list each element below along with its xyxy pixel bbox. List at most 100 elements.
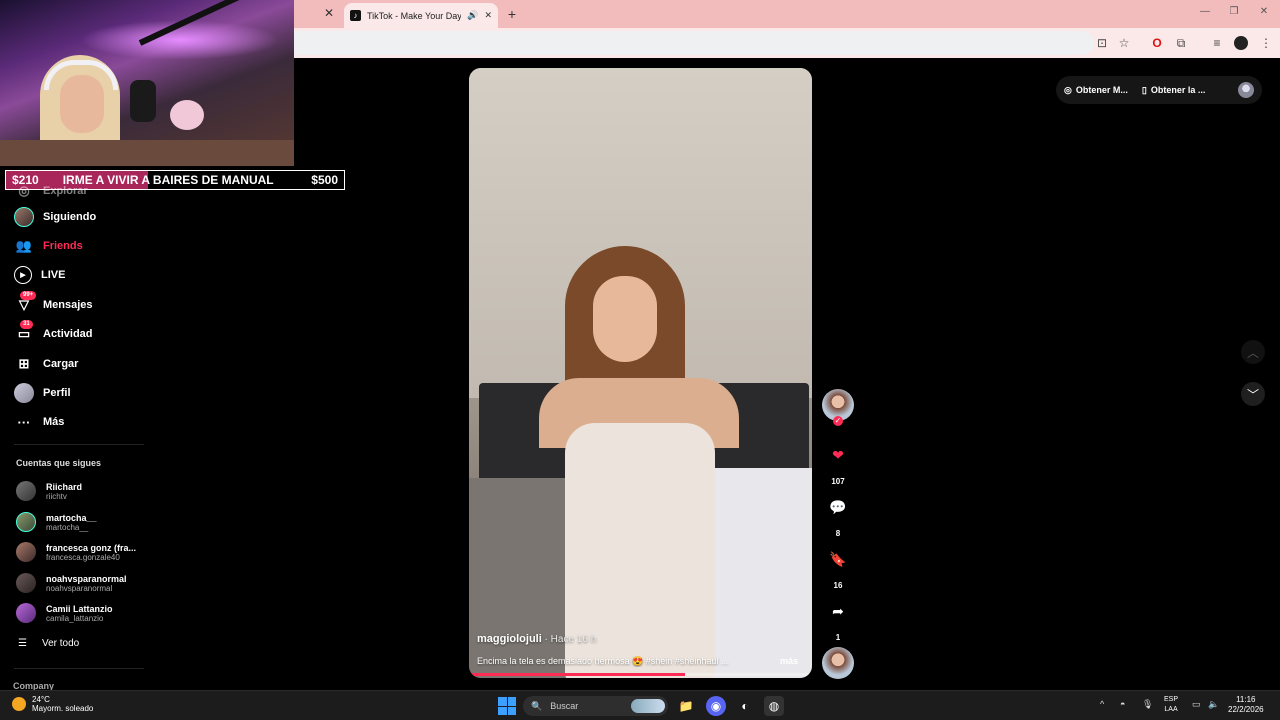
display-icon[interactable]: ▭ bbox=[1192, 699, 1201, 710]
volume-icon[interactable]: 🔈 bbox=[1208, 699, 1219, 710]
profile-avatar-icon bbox=[14, 383, 34, 403]
taskbar-search[interactable]: 🔍 Buscar bbox=[523, 696, 668, 716]
live-icon: ▶ bbox=[14, 266, 32, 284]
see-all-link[interactable]: ☰ Ver todo bbox=[18, 638, 79, 649]
sidebar-item-label: Cargar bbox=[43, 358, 79, 370]
save-count: 16 bbox=[833, 581, 843, 590]
pill-label: Obtener M... bbox=[1075, 85, 1128, 95]
get-app-button[interactable]: ▯ Obtener la ... bbox=[1142, 85, 1205, 96]
account-username: noahvsparanormal bbox=[46, 583, 113, 593]
sidebar-item-label: Friends bbox=[43, 240, 83, 252]
profile-icon[interactable] bbox=[1234, 36, 1248, 50]
following-section-title: Cuentas que sigues bbox=[16, 458, 102, 468]
followed-account[interactable]: Camii Lattanzio camila_lattanzio bbox=[16, 600, 113, 626]
windows-start-icon[interactable] bbox=[498, 697, 516, 715]
new-tab-button[interactable]: + bbox=[504, 6, 520, 22]
language-indicator[interactable]: ESP LAA bbox=[1164, 695, 1178, 715]
user-avatar[interactable] bbox=[1238, 82, 1254, 98]
sidebar-item-cargar[interactable]: ⊞ Cargar bbox=[14, 353, 79, 375]
address-bar[interactable] bbox=[294, 31, 1094, 55]
install-app-icon[interactable]: ⊡ bbox=[1094, 35, 1110, 51]
account-name: Riichard bbox=[46, 481, 83, 492]
extensions-puzzle-icon[interactable]: ⧉ bbox=[1173, 35, 1189, 51]
next-video-button[interactable]: ﹀ bbox=[1241, 382, 1265, 406]
more-dots-icon: ··· bbox=[17, 414, 31, 430]
browser-toolbar bbox=[294, 28, 1280, 58]
followed-account[interactable]: martocha__ martocha__ bbox=[16, 509, 97, 535]
file-explorer-icon[interactable]: 📁 bbox=[676, 696, 696, 716]
friends-icon: 👥 bbox=[15, 238, 33, 253]
following-avatar-icon bbox=[14, 207, 34, 227]
previous-video-button[interactable]: ︿ bbox=[1241, 340, 1265, 364]
microphone bbox=[130, 80, 156, 122]
clock-time: 11:16 bbox=[1236, 695, 1256, 704]
get-app-pill: ◎ Obtener M... ▯ Obtener la ... bbox=[1056, 76, 1262, 104]
tab-tiktok[interactable]: ♪ TikTok - Make Your Day 🔊 ✕ bbox=[344, 3, 498, 28]
opera-extension-icon[interactable]: O bbox=[1149, 35, 1165, 51]
account-name: noahvsparanormal bbox=[46, 573, 127, 584]
coin-icon: ◎ bbox=[1064, 84, 1072, 95]
sidebar-item-label: LIVE bbox=[41, 269, 66, 281]
sidebar-item-actividad[interactable]: ▭ 31 Actividad bbox=[14, 320, 93, 345]
tray-overflow-icon[interactable]: ^ bbox=[1100, 699, 1104, 709]
sidebar-item-siguiendo[interactable]: Siguiendo bbox=[14, 206, 96, 228]
account-avatar bbox=[16, 512, 36, 532]
list-icon: ☰ bbox=[18, 638, 27, 649]
account-avatar bbox=[16, 542, 36, 562]
obs-icon[interactable]: ◐ bbox=[735, 696, 755, 716]
sidebar-item-mensajes[interactable]: ▽ 99+ Mensajes bbox=[14, 291, 93, 316]
sidebar-item-label: Actividad bbox=[43, 328, 93, 340]
tab-title: TikTok - Make Your Day bbox=[367, 10, 462, 21]
maximize-icon[interactable]: ❐ bbox=[1224, 6, 1244, 17]
account-avatar bbox=[16, 481, 36, 501]
video-player[interactable]: maggiolojuli · Hace 16 h Encima la tela … bbox=[469, 68, 812, 678]
account-avatar bbox=[16, 603, 36, 623]
lang-code: ESP bbox=[1164, 696, 1179, 703]
sidebar-divider bbox=[14, 444, 144, 445]
tab-close-button[interactable]: ✕ bbox=[484, 10, 492, 21]
sidebar-item-live[interactable]: ▶ LIVE bbox=[14, 264, 65, 286]
comment-icon[interactable]: 💬 bbox=[826, 495, 850, 519]
sidebar-item-mas[interactable]: ··· Más bbox=[14, 411, 65, 433]
followed-account[interactable]: noahvsparanormal noahvsparanormal bbox=[16, 570, 127, 596]
account-avatar bbox=[16, 573, 36, 593]
followed-account[interactable]: Riichard riichtv bbox=[16, 478, 82, 504]
microphone-icon[interactable]: 🎙 bbox=[1142, 699, 1153, 710]
discord-icon[interactable]: ◉ bbox=[706, 696, 726, 716]
sidebar-item-perfil[interactable]: Perfil bbox=[14, 382, 71, 404]
goal-current: $210 bbox=[12, 173, 39, 187]
minimize-icon[interactable]: — bbox=[1195, 6, 1215, 17]
media-controls-icon[interactable]: ≡ bbox=[1209, 35, 1225, 51]
caption-more-button[interactable]: más bbox=[780, 656, 798, 666]
like-heart-icon[interactable]: ❤ bbox=[826, 443, 850, 467]
messages-icon: ▽ 99+ bbox=[14, 291, 37, 315]
video-username[interactable]: maggiolojuli bbox=[477, 633, 542, 645]
sidebar-item-label: Más bbox=[43, 416, 65, 428]
chrome-icon[interactable]: ◍ bbox=[764, 696, 784, 716]
share-icon[interactable]: ➦ bbox=[826, 599, 850, 623]
followed-account[interactable]: francesca gonz (fra... francesca.gonzale4… bbox=[16, 539, 136, 565]
goal-text: IRME A VIVIR A BAIRES DE MANUAL bbox=[62, 173, 274, 187]
sidebar-item-label: Mensajes bbox=[43, 299, 93, 311]
video-progress-bar[interactable] bbox=[469, 673, 812, 676]
video-caption: Encima la tela es demasiado hermosa 😍 #s… bbox=[477, 656, 729, 666]
sound-avatar[interactable] bbox=[822, 647, 854, 679]
speaker-icon[interactable]: 🔊 bbox=[467, 10, 478, 21]
sidebar-item-friends[interactable]: 👥 Friends bbox=[14, 235, 83, 257]
sidebar-divider bbox=[14, 668, 144, 669]
like-count: 107 bbox=[831, 477, 845, 486]
weather-widget[interactable]: 24°C Mayorm. soleado bbox=[12, 695, 93, 713]
close-window-icon[interactable]: ✕ bbox=[1254, 6, 1274, 17]
bookmark-icon[interactable]: 🔖 bbox=[826, 547, 850, 571]
follow-check-icon[interactable]: ✓ bbox=[833, 416, 843, 426]
network-app-icon[interactable]: ◓ bbox=[1120, 699, 1125, 709]
weather-temp: 24°C bbox=[32, 695, 50, 704]
get-coins-button[interactable]: ◎ Obtener M... bbox=[1064, 85, 1128, 96]
video-author[interactable]: maggiolojuli · Hace 16 h bbox=[477, 633, 596, 645]
pill-label: Obtener la ... bbox=[1150, 85, 1206, 95]
browser-menu-icon[interactable]: ⋮ bbox=[1258, 35, 1274, 51]
system-clock[interactable]: 11:16 22/2/2026 bbox=[1228, 695, 1264, 715]
close-previous-tab-button[interactable]: ✕ bbox=[322, 6, 336, 20]
goal-target: $500 bbox=[311, 173, 338, 187]
bookmark-star-icon[interactable]: ☆ bbox=[1116, 35, 1132, 51]
